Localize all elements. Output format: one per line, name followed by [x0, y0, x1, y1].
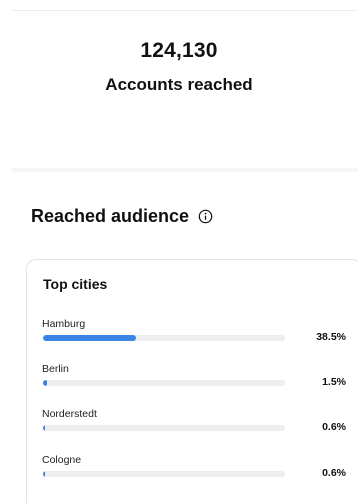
insights-page: 124,130 Accounts reached Reached audienc… [0, 0, 358, 503]
city-bar-track [43, 425, 285, 431]
city-row-hamburg: Hamburg 38.5% [42, 318, 358, 352]
reached-audience-header: Reached audience [31, 205, 213, 227]
top-divider [12, 10, 358, 11]
city-bar-fill [43, 471, 45, 477]
city-name: Cologne [42, 454, 82, 466]
city-percent: 38.5% [316, 331, 346, 343]
city-name: Hamburg [42, 318, 86, 330]
accounts-reached-count: 124,130 [140, 39, 218, 62]
city-bar-fill [43, 425, 45, 431]
city-percent: 1.5% [322, 376, 346, 388]
city-row-cologne: Cologne 0.6% [42, 454, 358, 488]
city-name: Norderstedt [42, 408, 97, 420]
accounts-reached-label: Accounts reached [105, 75, 253, 94]
city-percent: 0.6% [322, 467, 346, 479]
city-row-norderstedt: Norderstedt 0.6% [42, 408, 358, 442]
info-circle-icon[interactable] [197, 208, 213, 224]
city-bar-track [43, 471, 285, 477]
city-name: Berlin [42, 363, 69, 375]
city-bar-track [43, 380, 285, 386]
city-percent: 0.6% [322, 421, 346, 433]
top-cities-title: Top cities [43, 276, 108, 292]
city-bar-track [43, 335, 285, 341]
city-row-berlin: Berlin 1.5% [42, 363, 358, 397]
top-cities-card: Top cities Hamburg 38.5% Berlin 1.5% Nor… [26, 259, 358, 503]
reached-audience-title: Reached audience [31, 206, 190, 226]
city-bar-fill [43, 335, 137, 341]
section-divider [12, 168, 358, 172]
city-bar-fill [43, 380, 47, 386]
accounts-reached-summary: 124,130 Accounts reached [0, 38, 358, 95]
